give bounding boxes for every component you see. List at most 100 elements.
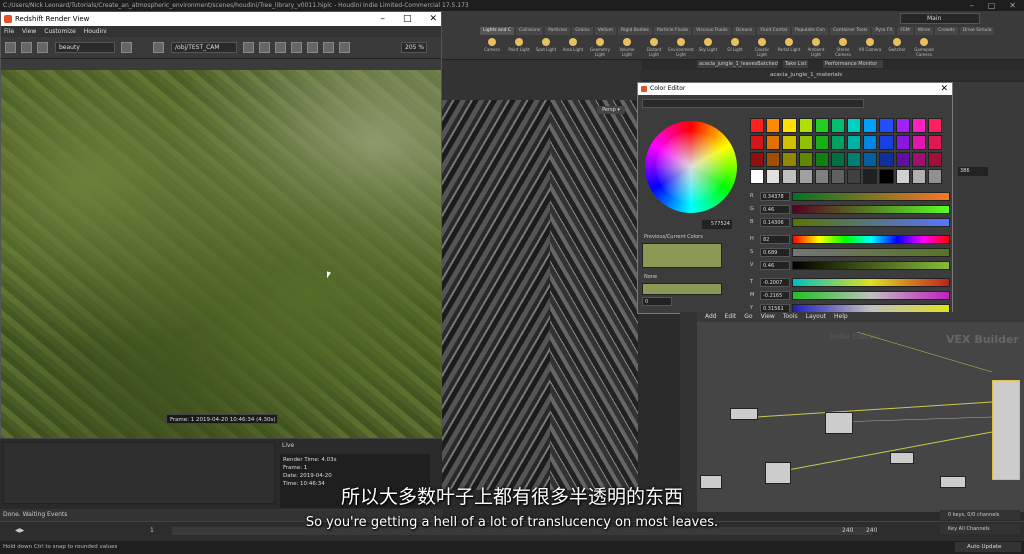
minimize-icon[interactable]: – — [970, 0, 974, 11]
shelf-tab[interactable]: Pyro FX — [872, 27, 896, 35]
snapshot-icon[interactable] — [21, 42, 32, 53]
menu-customize[interactable]: Customize — [44, 26, 76, 37]
shelf-button[interactable]: Point Light — [507, 36, 531, 58]
shelf-tab[interactable]: Container Tools — [829, 27, 871, 35]
menu-view-ne[interactable]: View — [761, 312, 775, 322]
slider-value[interactable]: 0.14306 — [760, 217, 790, 227]
shelf-tab[interactable]: Particles — [545, 27, 571, 35]
camera-select[interactable]: /obj/TEST_CAM — [171, 42, 237, 53]
shelf-tab[interactable]: Fluid Contai — [757, 27, 791, 35]
shelf-button[interactable]: VR Camera — [858, 36, 882, 58]
palette-swatch[interactable] — [847, 169, 862, 184]
palette-swatch[interactable] — [782, 118, 797, 133]
palette-swatch[interactable] — [879, 118, 894, 133]
slider-value[interactable]: 0.689 — [760, 247, 790, 257]
palette-swatch[interactable] — [782, 152, 797, 167]
palette-swatch[interactable] — [766, 152, 781, 167]
palette-swatch[interactable] — [863, 135, 878, 150]
persp-menu[interactable]: Persp ▾ — [597, 106, 625, 114]
menu-add[interactable]: Add — [705, 312, 717, 322]
zoom-field[interactable]: 205 % — [401, 42, 427, 53]
palette-swatch[interactable] — [911, 152, 926, 167]
menu-layout[interactable]: Layout — [806, 312, 826, 322]
material-output-node[interactable] — [992, 380, 1020, 480]
palette-swatch[interactable] — [847, 152, 862, 167]
node[interactable] — [825, 412, 853, 434]
slider-track[interactable] — [792, 217, 950, 227]
maximize-icon[interactable]: □ — [988, 0, 996, 11]
menu-edit[interactable]: Edit — [725, 312, 737, 322]
render-image[interactable] — [1, 70, 441, 442]
shelf-button[interactable]: Sky Light — [696, 36, 720, 58]
palette-swatch[interactable] — [927, 118, 942, 133]
auto-update-button[interactable]: Auto Update — [955, 542, 1021, 552]
palette-swatch[interactable] — [927, 135, 942, 150]
palette-swatch[interactable] — [798, 152, 813, 167]
slider-track[interactable] — [792, 260, 950, 270]
menu-tools[interactable]: Tools — [783, 312, 798, 322]
palette-swatch[interactable] — [814, 169, 829, 184]
node[interactable] — [890, 452, 914, 464]
camera-icon[interactable] — [153, 42, 164, 53]
palette-swatch[interactable] — [782, 169, 797, 184]
exposure-icon[interactable] — [339, 42, 350, 53]
shelf-button[interactable]: Stereo Camera — [831, 36, 855, 58]
shelf-button[interactable]: Distant Light — [642, 36, 666, 58]
alpha-swatch[interactable] — [642, 283, 722, 295]
palette-swatch[interactable] — [847, 118, 862, 133]
shelf-tab[interactable]: Viscous Fluids — [693, 27, 731, 35]
shelf-tab[interactable]: Wires — [914, 27, 934, 35]
shelf-button[interactable]: Area Light — [561, 36, 585, 58]
palette-swatch[interactable] — [911, 169, 926, 184]
save-image-icon[interactable] — [5, 42, 16, 53]
refresh-icon[interactable] — [37, 42, 48, 53]
tab-performance-monitor[interactable]: Performance Monitor — [823, 60, 883, 68]
lock-icon[interactable] — [121, 42, 132, 53]
slider-track[interactable] — [792, 247, 950, 257]
slider-value[interactable]: -0.2165 — [760, 290, 790, 300]
desktop-select[interactable]: Main — [900, 13, 980, 24]
palette-swatch[interactable] — [879, 169, 894, 184]
crop-icon[interactable] — [307, 42, 318, 53]
slider-track[interactable] — [792, 191, 950, 201]
shelf-button[interactable]: Geometry Light — [588, 36, 612, 58]
shelf-tab[interactable]: Rigid Bodies — [618, 27, 652, 35]
palette-swatch[interactable] — [830, 118, 845, 133]
shelf-tab[interactable]: Vellum — [594, 27, 617, 35]
palette-swatch[interactable] — [911, 118, 926, 133]
palette-swatch[interactable] — [895, 135, 910, 150]
rv-maximize-icon[interactable]: □ — [403, 12, 412, 26]
menu-go[interactable]: Go — [744, 312, 752, 322]
shelf-button[interactable]: Caustic Light — [750, 36, 774, 58]
shelf-button[interactable]: Environment Light — [668, 36, 694, 58]
shelf-tab[interactable]: Drive Simula — [959, 27, 995, 35]
slider-track[interactable] — [792, 277, 950, 287]
alpha-field[interactable]: 0 — [642, 297, 672, 306]
shelf-button[interactable]: Portal Light — [777, 36, 801, 58]
palette-swatch[interactable] — [766, 169, 781, 184]
node[interactable] — [730, 408, 758, 420]
shelf-tab[interactable]: Particle Fluids — [653, 27, 692, 35]
slider-value[interactable]: 82 — [760, 234, 790, 244]
palette-swatch[interactable] — [798, 169, 813, 184]
shelf-tab[interactable]: Grains — [572, 27, 593, 35]
tab-take-list[interactable]: Take List — [783, 60, 808, 68]
network-path-bar[interactable]: acacia_jungle_1_materials — [640, 70, 1024, 80]
close-icon[interactable]: ✕ — [1009, 0, 1016, 11]
shelf-button[interactable]: Volume Light — [615, 36, 639, 58]
shelf-tab[interactable]: Collisions — [516, 27, 544, 35]
palette-swatch[interactable] — [814, 152, 829, 167]
palette-swatch[interactable] — [863, 118, 878, 133]
menu-help[interactable]: Help — [834, 312, 848, 322]
palette-swatch[interactable] — [879, 135, 894, 150]
hex-field[interactable]: 577524 — [702, 220, 732, 229]
menu-view[interactable]: View — [22, 26, 36, 37]
node[interactable] — [765, 462, 791, 484]
slider-track[interactable] — [792, 234, 950, 244]
fit-icon[interactable] — [323, 42, 334, 53]
render-icon[interactable] — [275, 42, 286, 53]
palette-swatch[interactable] — [863, 169, 878, 184]
slider-value[interactable]: 0.46 — [760, 260, 790, 270]
tab-leaves-batched[interactable]: acacia_jungle_1_leavesBatched — [697, 60, 778, 68]
palette-swatch[interactable] — [798, 118, 813, 133]
